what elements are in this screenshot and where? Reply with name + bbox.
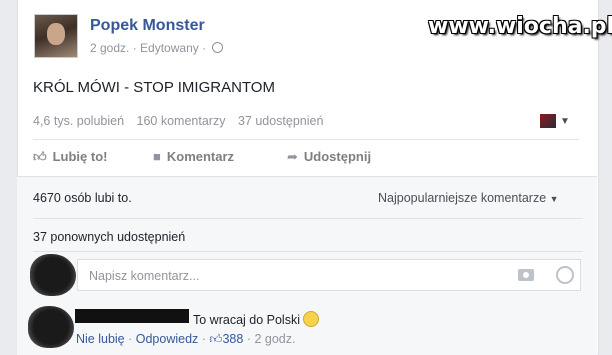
speech-bubble-icon: ■ bbox=[153, 149, 161, 164]
author-name[interactable]: Popek Monster bbox=[90, 17, 205, 35]
like-label: Lubię to! bbox=[52, 149, 108, 164]
redacted-name bbox=[75, 309, 189, 323]
comments-count[interactable]: 160 komentarzy bbox=[137, 114, 226, 128]
sort-comments-dropdown[interactable]: Najpopularniejsze komentarze ▼ bbox=[378, 191, 559, 205]
post-meta: 2 godz. · Edytowany · bbox=[90, 41, 224, 55]
reply-link[interactable]: Odpowiedz bbox=[136, 332, 199, 346]
comment-time[interactable]: 2 godz. bbox=[254, 332, 295, 346]
likes-count[interactable]: 4,6 tys. polubień bbox=[33, 114, 124, 128]
comment-meta: Nie lubię · Odpowiedz · 👍︎388 · 2 godz. bbox=[76, 332, 296, 346]
post-time[interactable]: 2 godz. bbox=[90, 41, 129, 55]
likes-summary[interactable]: 4670 osób lubi to. bbox=[33, 191, 132, 205]
globe-icon bbox=[212, 42, 224, 53]
thumbs-up-icon: 👍︎ bbox=[33, 149, 47, 164]
edited-label[interactable]: Edytowany bbox=[140, 41, 199, 55]
like-button[interactable]: 👍︎ Lubię to! bbox=[33, 149, 107, 165]
shares-count[interactable]: 37 udostępnień bbox=[238, 114, 324, 128]
divider bbox=[33, 139, 579, 140]
caret-down-icon: ▼ bbox=[549, 194, 559, 204]
post-text: KRÓL MÓWI - STOP IMIGRANTOM bbox=[33, 79, 275, 96]
share-label: Udostępnij bbox=[303, 149, 372, 164]
comment-body: To wracaj do Polski bbox=[193, 313, 300, 327]
reshares-link[interactable]: 37 ponownych udostępnień bbox=[33, 230, 185, 244]
commenter-avatar[interactable] bbox=[28, 306, 74, 348]
camera-icon[interactable] bbox=[518, 269, 534, 281]
sort-label: Najpopularniejsze komentarze bbox=[378, 191, 547, 205]
comment-label: Komentarz bbox=[166, 149, 235, 164]
comment-like-count[interactable]: 388 bbox=[222, 332, 243, 346]
comment-text: To wracaj do Polski bbox=[193, 311, 319, 327]
author-avatar[interactable] bbox=[34, 14, 78, 58]
post-stats: 4,6 tys. polubień 160 komentarzy 37 udos… bbox=[33, 114, 332, 128]
smiley-icon[interactable] bbox=[556, 266, 574, 284]
thumbs-up-icon: 👍︎ bbox=[209, 332, 223, 346]
comment-button[interactable]: ■ Komentarz bbox=[153, 149, 234, 164]
comment-input[interactable] bbox=[87, 266, 481, 286]
share-button[interactable]: ➦ Udostępnij bbox=[287, 149, 371, 165]
emoji-icon bbox=[303, 311, 319, 327]
divider bbox=[33, 218, 583, 219]
unlike-link[interactable]: Nie lubię bbox=[76, 332, 125, 346]
share-arrow-icon: ➦ bbox=[287, 149, 298, 164]
watermark: www.wiocha.pl bbox=[428, 14, 612, 39]
current-user-avatar bbox=[30, 254, 76, 296]
divider bbox=[33, 251, 583, 252]
chevron-down-icon[interactable]: ▼ bbox=[560, 116, 570, 127]
page-avatar-icon[interactable] bbox=[540, 114, 556, 128]
comment-input-box[interactable] bbox=[77, 259, 581, 291]
